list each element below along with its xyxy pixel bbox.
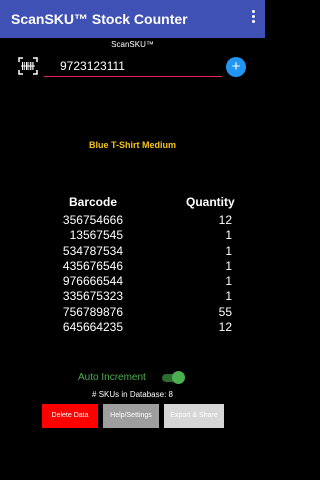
- export-share-button[interactable]: Export & Share: [164, 404, 224, 428]
- row-barcode: 435676546: [62, 258, 123, 273]
- delete-data-button[interactable]: Delete Data: [42, 404, 98, 428]
- row-quantity: 1: [225, 258, 232, 273]
- barcode-scan-icon[interactable]: [18, 57, 38, 75]
- row-quantity: 1: [225, 243, 232, 258]
- row-quantity: 55: [218, 304, 232, 319]
- table-row[interactable]: 645664235 12: [0, 320, 265, 335]
- auto-increment-label: Auto Increment: [78, 372, 146, 383]
- row-quantity: 1: [225, 228, 232, 243]
- table-row[interactable]: 534787534 1: [0, 244, 265, 259]
- row-quantity: 12: [218, 213, 232, 227]
- row-barcode: 335675323: [62, 289, 123, 304]
- table-row[interactable]: 435676546 1: [0, 259, 265, 274]
- barcode-column-header: Barcode: [69, 195, 118, 209]
- row-quantity: 1: [225, 274, 232, 289]
- plus-icon: +: [231, 58, 241, 75]
- toggle-thumb: [172, 371, 185, 384]
- row-barcode: 645664235: [62, 320, 123, 335]
- app-title: ScanSKU™ Stock Counter: [11, 11, 188, 27]
- auto-increment-toggle[interactable]: [160, 371, 185, 385]
- row-barcode: 756789876: [62, 304, 123, 319]
- row-quantity: 1: [225, 289, 232, 304]
- table-row[interactable]: 756789876 55: [0, 305, 265, 320]
- add-sku-button[interactable]: +: [226, 57, 246, 77]
- table-row[interactable]: 356754666 12: [0, 213, 265, 228]
- sku-list: 356754666 12 13567545 1 534787534 1 4356765…: [0, 213, 265, 335]
- sku-input[interactable]: [44, 56, 222, 77]
- row-quantity: 12: [218, 320, 232, 335]
- help-settings-button[interactable]: Help/Settings: [103, 404, 159, 428]
- row-barcode: 534787534: [62, 243, 123, 258]
- row-barcode: 356754666: [62, 213, 123, 227]
- row-barcode: 13567545: [69, 228, 123, 243]
- app-bar: ScanSKU™ Stock Counter: [0, 0, 265, 38]
- app-subtitle: ScanSKU™: [111, 40, 154, 49]
- more-vert-icon[interactable]: [249, 10, 257, 28]
- quantity-column-header: Quantity: [186, 195, 235, 209]
- sku-count-status: # SKUs in Database: 8: [92, 390, 173, 399]
- table-row[interactable]: 13567545 1: [0, 228, 265, 243]
- table-row[interactable]: 976666544 1: [0, 274, 265, 289]
- table-row[interactable]: 335675323 1: [0, 289, 265, 304]
- product-name: Blue T-Shirt Medium: [88, 140, 176, 150]
- row-barcode: 976666544: [62, 274, 123, 289]
